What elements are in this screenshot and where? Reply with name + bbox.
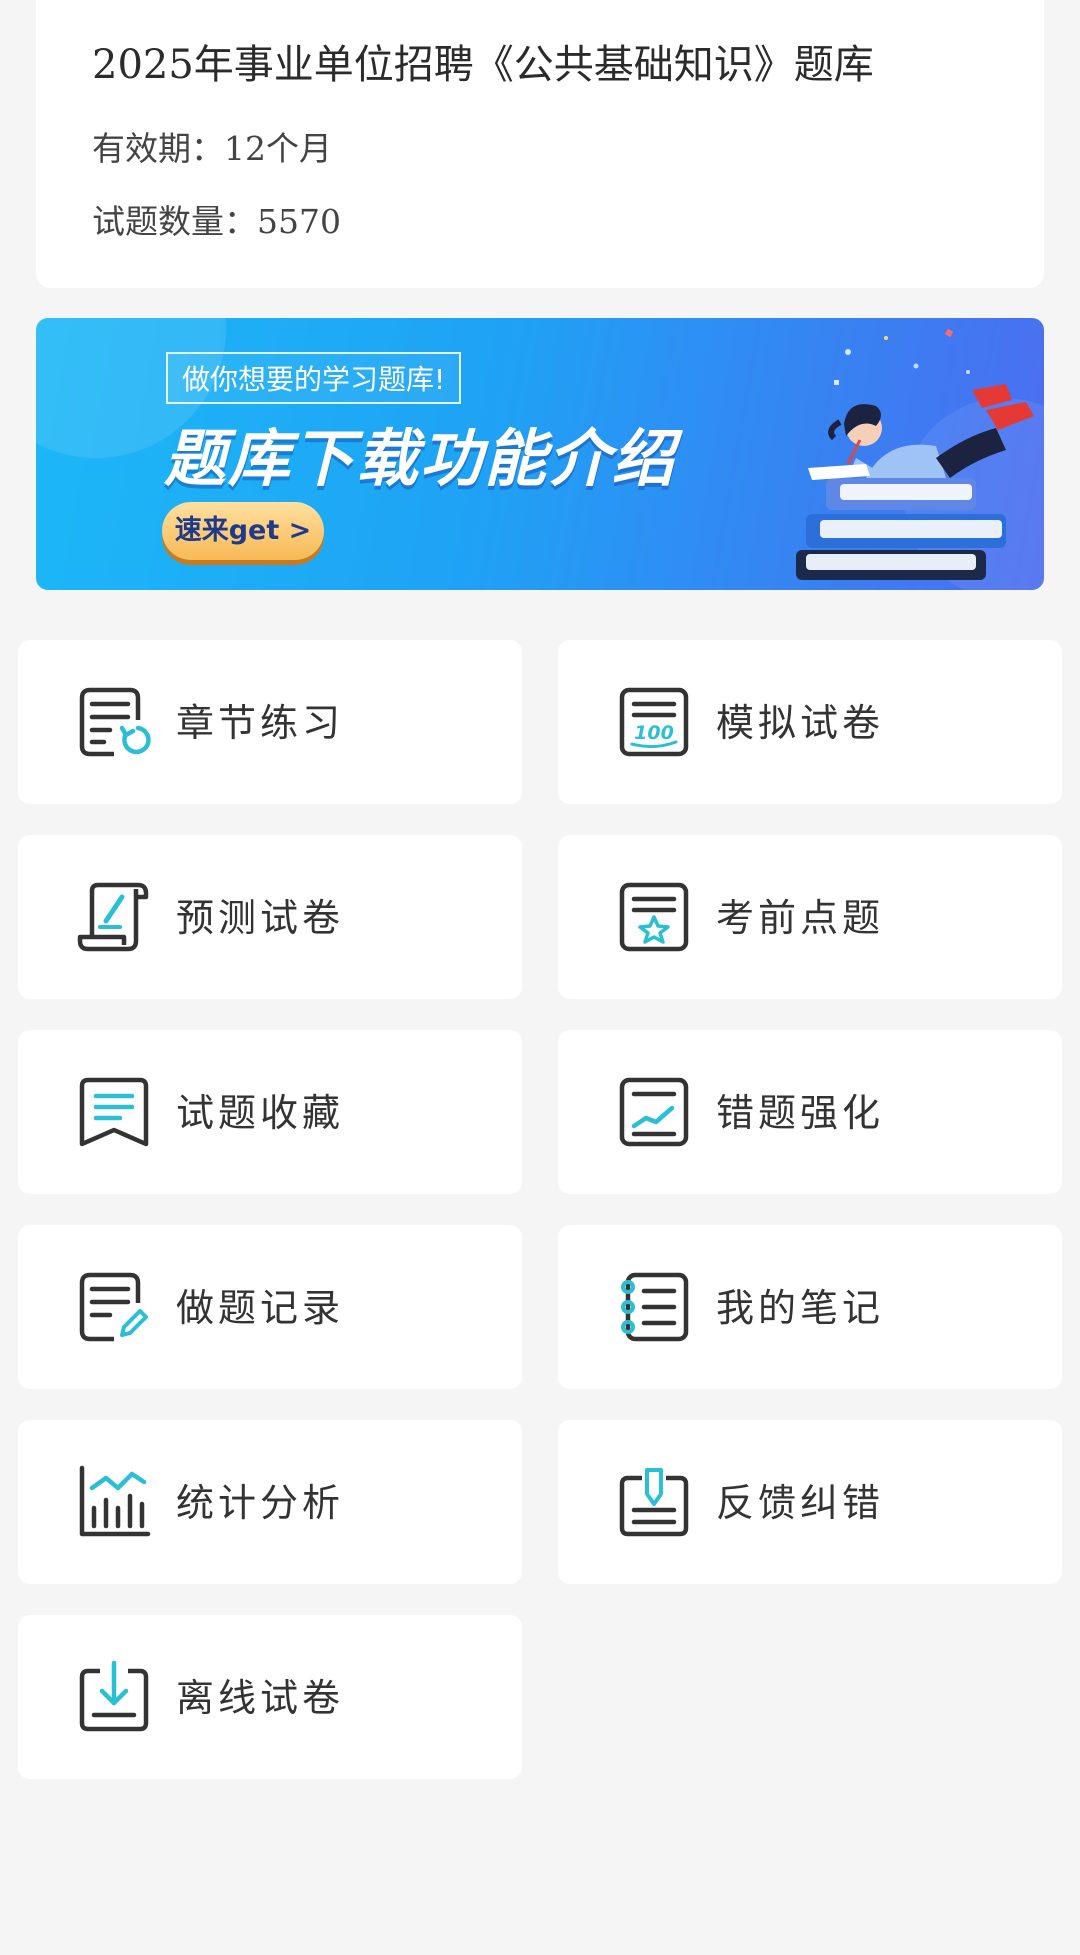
menu-label: 反馈纠错	[716, 1481, 885, 1525]
menu-notes[interactable]: 我的笔记	[558, 1225, 1062, 1389]
menu-label: 统计分析	[176, 1481, 345, 1525]
chapter-practice-icon	[79, 687, 151, 757]
feedback-icon	[619, 1468, 689, 1537]
menu-label: 考前点题	[716, 896, 885, 940]
banner-headline: 题库下载功能介绍	[164, 422, 677, 495]
menu-label: 预测试卷	[176, 896, 345, 940]
key-points-icon	[619, 882, 689, 952]
menu-label: 错题强化	[716, 1091, 885, 1135]
menu-label: 章节练习	[176, 701, 345, 745]
records-icon	[79, 1272, 148, 1342]
menu-favorites[interactable]: 试题收藏	[18, 1030, 522, 1194]
validity-period: 有效期：12个月	[92, 129, 332, 168]
banner-cta-button[interactable]: 速来get >	[162, 502, 324, 560]
statistics-icon	[79, 1465, 151, 1537]
menu-chapter-practice[interactable]: 章节练习	[18, 640, 522, 804]
banner-tagline: 做你想要的学习题库!	[166, 352, 462, 404]
menu-statistics[interactable]: 统计分析	[18, 1420, 522, 1584]
mock-exam-icon: 100	[619, 687, 689, 757]
prediction-exam-icon	[77, 882, 149, 952]
menu-label: 试题收藏	[176, 1091, 345, 1135]
menu-records[interactable]: 做题记录	[18, 1225, 522, 1389]
menu-prediction-exam[interactable]: 预测试卷	[18, 835, 522, 999]
offline-download-icon	[79, 1660, 149, 1732]
menu-label: 离线试卷	[176, 1676, 345, 1720]
mistakes-icon	[619, 1077, 689, 1147]
menu-key-points[interactable]: 考前点题	[558, 835, 1062, 999]
menu-label: 模拟试卷	[716, 701, 885, 745]
question-count: 试题数量：5570	[92, 202, 341, 241]
menu-label: 我的笔记	[716, 1286, 885, 1330]
menu-mistakes[interactable]: 错题强化	[558, 1030, 1062, 1194]
question-bank-title: 2025年事业单位招聘《公共基础知识》题库	[92, 42, 874, 88]
notes-icon	[621, 1272, 689, 1342]
menu-feedback[interactable]: 反馈纠错	[558, 1420, 1062, 1584]
favorites-icon	[79, 1077, 149, 1147]
question-bank-info-card: 2025年事业单位招聘《公共基础知识》题库 有效期：12个月 试题数量：5570	[36, 0, 1044, 288]
promo-banner[interactable]: 做你想要的学习题库! 题库下载功能介绍 速来get >	[36, 318, 1044, 590]
reading-girl-illustration	[796, 328, 1034, 580]
svg-text:100: 100	[634, 722, 674, 744]
menu-offline-exam[interactable]: 离线试卷	[18, 1615, 522, 1779]
menu-mock-exam[interactable]: 100 模拟试卷	[558, 640, 1062, 804]
menu-label: 做题记录	[176, 1286, 345, 1330]
